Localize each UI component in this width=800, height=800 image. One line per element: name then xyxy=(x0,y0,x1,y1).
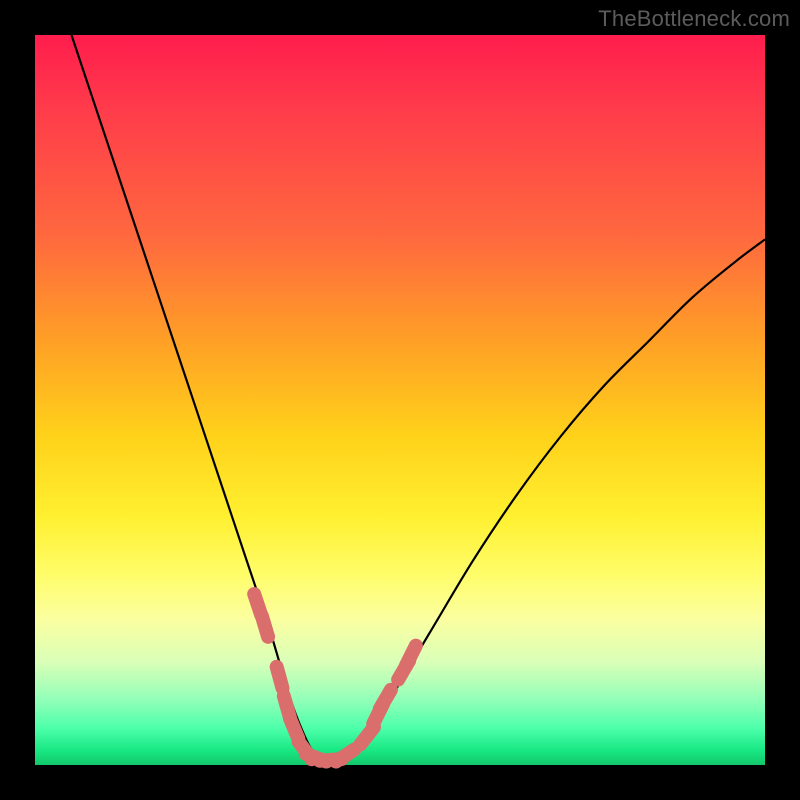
curve-markers xyxy=(254,594,416,762)
curve-marker xyxy=(262,616,268,637)
curve-marker xyxy=(380,690,391,709)
curve-marker xyxy=(277,667,283,688)
watermark-text: TheBottleneck.com xyxy=(598,6,790,32)
plot-area xyxy=(35,35,765,765)
bottleneck-curve-svg xyxy=(35,35,765,765)
chart-frame: TheBottleneck.com xyxy=(0,0,800,800)
curve-marker xyxy=(336,749,354,761)
curve-marker xyxy=(406,646,416,666)
